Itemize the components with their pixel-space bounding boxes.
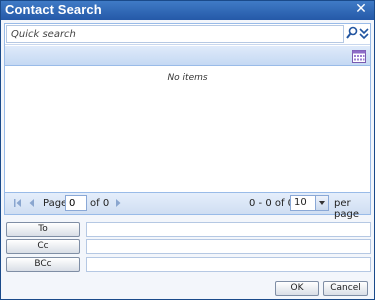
chevron-down-icon[interactable] [315, 196, 328, 210]
cc-field[interactable] [86, 239, 371, 254]
page-size-select[interactable]: 10 [290, 195, 329, 211]
first-page-icon[interactable] [13, 198, 23, 208]
page-size-value: 10 [294, 197, 307, 208]
calendar-icon[interactable] [352, 49, 366, 63]
bcc-field[interactable] [86, 257, 371, 272]
quick-search-input[interactable] [6, 25, 344, 43]
page-number-input[interactable] [65, 195, 87, 211]
to-button[interactable]: To [6, 222, 80, 237]
window-title: Contact Search [5, 2, 102, 17]
cancel-button[interactable]: Cancel [323, 281, 368, 296]
to-field[interactable] [86, 222, 371, 237]
page-label: Page [43, 198, 68, 209]
cc-row: Cc [6, 239, 371, 255]
bcc-button[interactable]: BCc [6, 257, 80, 272]
cc-button[interactable]: Cc [6, 239, 80, 254]
contact-search-window: Contact Search ✕ Quick search No items P… [0, 0, 375, 300]
quick-search-bar [5, 24, 370, 45]
grid-toolbar [5, 46, 370, 66]
title-bar: Contact Search ✕ [1, 1, 374, 20]
close-icon[interactable]: ✕ [354, 2, 368, 17]
bcc-row: BCc [6, 257, 371, 273]
ok-button[interactable]: OK [275, 281, 319, 296]
search-icon[interactable] [346, 26, 358, 42]
next-page-icon[interactable] [113, 198, 123, 208]
to-row: To [6, 222, 371, 238]
paging-toolbar: Page of 0 0 - 0 of 0 10 per page [5, 192, 370, 220]
range-display: 0 - 0 of 0 [249, 198, 295, 209]
per-page-label: per page [334, 198, 359, 220]
contacts-panel: No items Page of 0 0 - 0 of 0 10 per p [4, 23, 371, 220]
prev-page-icon[interactable] [27, 198, 37, 208]
contacts-grid: No items [5, 67, 370, 192]
empty-message: No items [167, 73, 208, 83]
expand-chevron-icon[interactable] [359, 26, 369, 42]
page-count-label: of 0 [90, 198, 110, 209]
